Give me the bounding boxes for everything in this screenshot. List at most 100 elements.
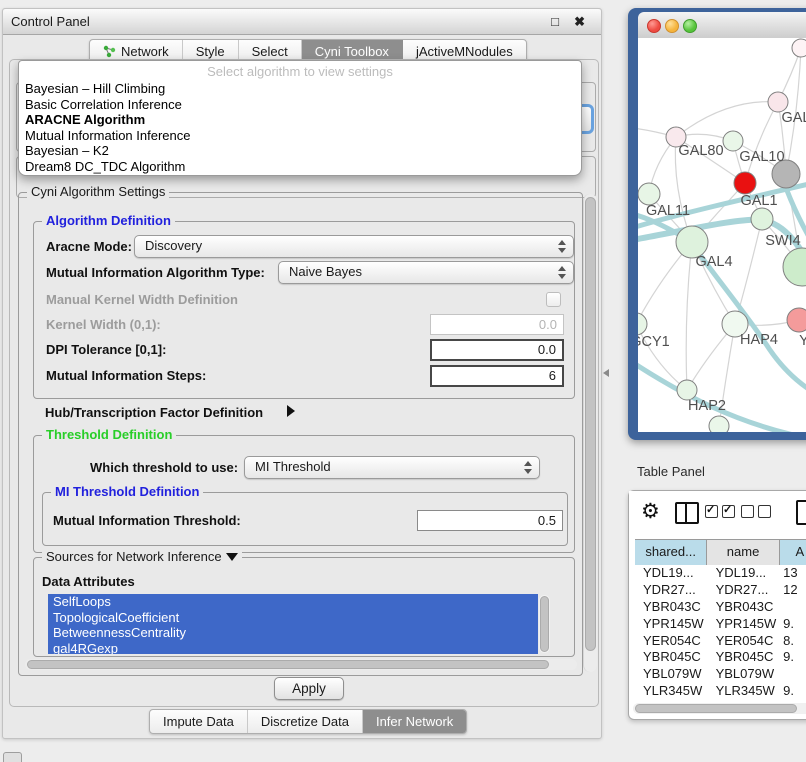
settings-vscrollbar[interactable] bbox=[583, 194, 597, 672]
close-window-icon[interactable]: ✖ bbox=[574, 9, 585, 34]
algorithm-option[interactable]: Mutual Information Inference bbox=[19, 128, 581, 144]
tab-label: Infer Network bbox=[376, 710, 453, 733]
table-cell: YDL19... bbox=[635, 565, 708, 582]
settings-hscrollbar-thumb[interactable] bbox=[27, 660, 549, 669]
attribute-list-item[interactable]: SelfLoops bbox=[48, 594, 538, 610]
table-row[interactable]: YBR045CYBR045C9. bbox=[635, 649, 806, 666]
float-window-icon[interactable]: □ bbox=[551, 9, 559, 34]
table-row[interactable]: YPR145WYPR145W9. bbox=[635, 616, 806, 633]
algorithm-dropdown-list: Select algorithm to view settings Bayesi… bbox=[18, 60, 582, 176]
zoom-traffic-light[interactable] bbox=[683, 19, 697, 33]
mi-algorithm-type-value: Naive Bayes bbox=[289, 264, 362, 279]
table-cell: 9. bbox=[780, 683, 806, 700]
table-cell: YBL079W bbox=[635, 666, 708, 683]
bottom-tab-impute-data[interactable]: Impute Data bbox=[150, 710, 248, 733]
mi-steps-field[interactable]: 6 bbox=[430, 365, 564, 387]
column-header-shared[interactable]: shared... bbox=[635, 540, 707, 565]
network-node-gcy1[interactable] bbox=[638, 313, 647, 335]
gear-icon[interactable]: ⚙ bbox=[641, 499, 660, 524]
algorithm-option[interactable]: Bayesian – Hill Climbing bbox=[19, 81, 581, 97]
table-cell: YBR043C bbox=[635, 599, 708, 616]
aracne-mode-label: Aracne Mode: bbox=[46, 239, 132, 254]
apply-button[interactable]: Apply bbox=[274, 677, 344, 700]
column-header-name[interactable]: name bbox=[707, 540, 779, 565]
unchecked-box-icon bbox=[758, 505, 771, 518]
table-row[interactable]: YBL079WYBL079W bbox=[635, 666, 806, 683]
deselect-all-icon[interactable] bbox=[741, 505, 771, 518]
checked-box-icon bbox=[722, 505, 735, 518]
bottom-tab-infer-network[interactable]: Infer Network bbox=[363, 710, 466, 733]
network-window-titlebar[interactable] bbox=[638, 12, 806, 39]
settings-vscrollbar-thumb[interactable] bbox=[585, 197, 596, 651]
manual-kernel-width-checkbox[interactable] bbox=[546, 292, 561, 307]
network-node[interactable] bbox=[734, 172, 756, 194]
which-threshold-combobox[interactable]: MI Threshold bbox=[244, 456, 540, 479]
network-node[interactable] bbox=[792, 39, 806, 57]
minimize-traffic-light[interactable] bbox=[665, 19, 679, 33]
panel-corner-icon[interactable] bbox=[3, 752, 22, 762]
network-node-gal[interactable] bbox=[768, 92, 788, 112]
algorithm-dropdown-items: Bayesian – Hill ClimbingBasic Correlatio… bbox=[19, 81, 581, 175]
attribute-list-item[interactable]: gal4RGexp bbox=[48, 641, 538, 655]
attribute-list-item[interactable]: BetweennessCentrality bbox=[48, 625, 538, 641]
mi-threshold-field[interactable]: 0.5 bbox=[417, 510, 563, 531]
network-node[interactable] bbox=[709, 416, 729, 432]
table-row[interactable]: YBR043CYBR043C bbox=[635, 599, 806, 616]
table-cell: YPR145W bbox=[635, 616, 708, 633]
spinner-up-icon bbox=[524, 461, 532, 466]
node-label: HAP4 bbox=[740, 332, 778, 348]
network-edge[interactable] bbox=[676, 102, 778, 137]
spinner-down-icon bbox=[558, 248, 566, 253]
network-node-gal10[interactable] bbox=[723, 131, 743, 151]
manual-kernel-width-label: Manual Kernel Width Definition bbox=[46, 292, 238, 307]
dpi-tolerance-field[interactable]: 0.0 bbox=[430, 339, 564, 361]
table-row[interactable]: YER054CYER054C8. bbox=[635, 633, 806, 650]
collapse-down-icon[interactable] bbox=[226, 553, 238, 561]
kernel-width-field[interactable]: 0.0 bbox=[430, 314, 564, 335]
bottom-tab-discretize-data[interactable]: Discretize Data bbox=[248, 710, 363, 733]
table-row[interactable]: YLR345WYLR345W9. bbox=[635, 683, 806, 700]
aracne-mode-combobox[interactable]: Discovery bbox=[134, 235, 574, 258]
table-row[interactable]: YDL19...YDL19...13 bbox=[635, 565, 806, 582]
network-edge[interactable] bbox=[686, 242, 692, 390]
table-hscrollbar-thumb[interactable] bbox=[635, 704, 797, 713]
algorithm-option[interactable]: ARACNE Algorithm bbox=[19, 112, 581, 128]
select-all-icon[interactable] bbox=[705, 505, 735, 518]
network-canvas[interactable]: GALGAL80GAL10GAL1GAL11GAL4GCY1HAP4YHAP2S… bbox=[638, 38, 806, 432]
spinner-up-icon bbox=[558, 266, 566, 271]
network-node-gal11[interactable] bbox=[638, 183, 660, 205]
close-traffic-light[interactable] bbox=[647, 19, 661, 33]
control-panel-titlebar[interactable]: Control Panel □ ✖ bbox=[3, 9, 601, 35]
algorithm-option[interactable]: Bayesian – K2 bbox=[19, 143, 581, 159]
attribute-list-item[interactable]: TopologicalCoefficient bbox=[48, 610, 538, 626]
table-row[interactable]: YDR27...YDR27...12 bbox=[635, 582, 806, 599]
table-cell bbox=[780, 666, 806, 683]
sources-title-text: Sources for Network Inference bbox=[46, 549, 222, 564]
expand-right-icon[interactable] bbox=[287, 405, 295, 417]
table-cell: 9 bbox=[780, 700, 806, 701]
algorithm-dropdown-prompt: Select algorithm to view settings bbox=[19, 63, 581, 81]
column-header-a[interactable]: A bbox=[780, 540, 806, 565]
table-options-icon[interactable] bbox=[796, 500, 806, 525]
network-node-gal1[interactable] bbox=[751, 208, 773, 230]
screen: Control Panel □ ✖ NetworkStyleSelectCyni… bbox=[0, 0, 806, 762]
data-attributes-list[interactable]: SelfLoopsTopologicalCoefficientBetweenne… bbox=[48, 594, 538, 654]
attribute-list-scrollbar-thumb[interactable] bbox=[540, 596, 549, 652]
network-view-window[interactable]: GALGAL80GAL10GAL1GAL11GAL4GCY1HAP4YHAP2S… bbox=[628, 8, 806, 440]
table-cell: YDR27... bbox=[708, 582, 781, 599]
algorithm-option[interactable]: Basic Correlation Inference bbox=[19, 97, 581, 113]
table-hscrollbar[interactable] bbox=[633, 703, 806, 714]
network-node-hap2[interactable] bbox=[677, 380, 697, 400]
algorithm-option[interactable]: Dream8 DC_TDC Algorithm bbox=[19, 159, 581, 175]
table-row[interactable]: YIL052CYIL052C9 bbox=[635, 700, 806, 701]
algorithm-definition-title: Algorithm Definition bbox=[42, 213, 175, 228]
splitter-collapse-icon[interactable] bbox=[603, 369, 609, 377]
sources-title: Sources for Network Inference bbox=[42, 549, 242, 564]
mi-threshold-definition-group: MI Threshold Definition Mutual Informati… bbox=[42, 492, 568, 546]
split-columns-icon[interactable] bbox=[675, 502, 699, 524]
mi-algorithm-type-combobox[interactable]: Naive Bayes bbox=[278, 261, 574, 284]
network-node[interactable] bbox=[783, 248, 806, 286]
network-node-y[interactable] bbox=[787, 308, 806, 332]
settings-hscrollbar[interactable] bbox=[25, 659, 577, 670]
attribute-list-scrollbar[interactable] bbox=[539, 595, 550, 653]
